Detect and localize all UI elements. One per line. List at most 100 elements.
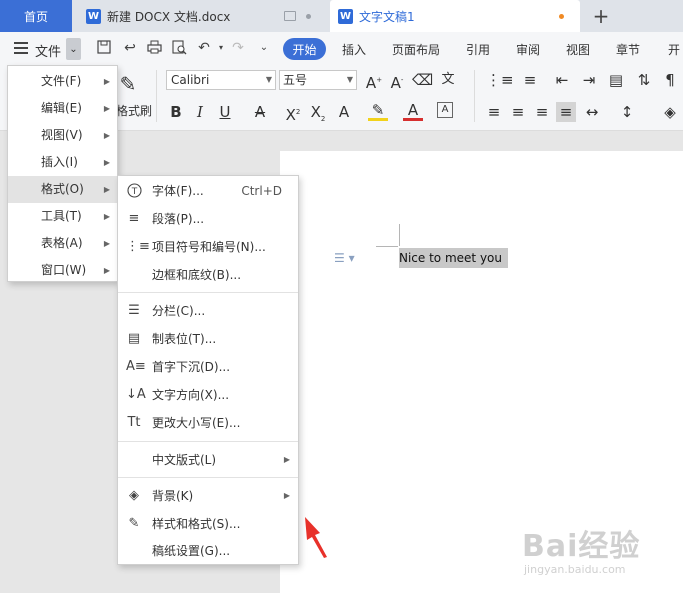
tab-insert[interactable]: 插入 <box>342 41 366 58</box>
print-icon[interactable] <box>146 40 162 56</box>
file-menu-dropdown: 文件(F) ▶ 编辑(E) ▶ 视图(V) ▶ 插入(I) ▶ 格式(O) ▶ 工具(T)… <box>7 65 118 282</box>
align-right-icon[interactable]: ≡ <box>532 102 552 122</box>
writer-doc-icon: W <box>86 8 101 24</box>
chevron-right-icon: ▶ <box>103 104 110 113</box>
menu-item-bullets-numbering[interactable]: ⋮≡ 项目符号和编号(N)... <box>118 233 298 261</box>
file-menu-button[interactable]: 文件 <box>35 41 61 60</box>
increase-indent-icon[interactable]: ⇥ <box>579 70 599 90</box>
drop-cap-icon: A≡ <box>126 359 146 374</box>
tab-references[interactable]: 引用 <box>466 41 490 58</box>
undo-dropdown-icon[interactable]: ▾ <box>213 40 229 56</box>
bullet-list-icon: ⋮≡ <box>126 239 150 254</box>
hamburger-icon[interactable] <box>14 42 28 54</box>
underline-icon[interactable]: U <box>215 102 235 122</box>
menu-item-styles-formatting[interactable]: ✎ 样式和格式(S)... <box>118 510 298 538</box>
tab-page-layout[interactable]: 页面布局 <box>392 41 440 58</box>
shading-icon[interactable]: ◈ <box>660 102 680 122</box>
menu-item-label: 格式(O) <box>41 182 84 196</box>
menu-item-label: 稿纸设置(G)... <box>152 544 231 558</box>
menu-item-chinese-layout[interactable]: 中文版式(L) ▶ <box>118 446 298 474</box>
menu-item-insert[interactable]: 插入(I) ▶ <box>8 149 117 176</box>
numbered-list-icon[interactable]: ≡ <box>520 70 540 90</box>
customize-toolbar-icon[interactable]: ⌄ <box>256 40 272 56</box>
menu-item-view[interactable]: 视图(V) ▶ <box>8 122 117 149</box>
monitor-icon[interactable] <box>284 11 296 21</box>
shrink-font-icon[interactable]: A- <box>387 70 407 92</box>
align-left-icon[interactable]: ≡ <box>484 102 504 122</box>
subscript-icon[interactable]: X2 <box>308 102 328 123</box>
tab-document-1-label: 新建 DOCX 文档.docx <box>107 9 231 24</box>
menu-item-format[interactable]: 格式(O) ▶ <box>8 176 117 203</box>
watermark-url: jingyan.baidu.com <box>524 563 626 576</box>
selected-text[interactable]: Nice to meet you <box>399 248 508 268</box>
superscript-icon[interactable]: X2 <box>283 102 303 124</box>
bold-icon[interactable]: B <box>166 102 186 122</box>
redo-icon[interactable]: ↷ <box>230 40 246 56</box>
tab-chapter[interactable]: 章节 <box>616 41 640 58</box>
menu-item-paragraph[interactable]: ≡ 段落(P)... <box>118 205 298 233</box>
menu-item-drop-cap[interactable]: A≡ 首字下沉(D)... <box>118 353 298 381</box>
grow-font-icon[interactable]: A+ <box>364 70 384 92</box>
paragraph-layout-icon[interactable]: ☰ ▾ <box>334 251 355 265</box>
char-border-icon[interactable]: A <box>437 102 453 118</box>
save-icon[interactable] <box>96 40 112 56</box>
menu-item-label: 项目符号和编号(N)... <box>152 240 266 254</box>
text-effect-icon[interactable]: A <box>334 102 354 122</box>
decrease-indent-icon[interactable]: ⇤ <box>552 70 572 90</box>
sort-icon[interactable]: ⇅ <box>634 70 654 90</box>
menu-item-change-case[interactable]: Tt 更改大小写(E)... <box>118 409 298 437</box>
tab-status-dot <box>306 14 311 19</box>
tab-document-2[interactable]: W 文字文稿1 <box>330 0 580 32</box>
menu-item-window[interactable]: 窗口(W) ▶ <box>8 257 117 284</box>
line-spacing-icon[interactable]: ↕ <box>617 102 637 122</box>
menu-item-font[interactable]: T 字体(F)... Ctrl+D <box>118 177 298 205</box>
chevron-down-icon: ⌄ <box>69 43 78 55</box>
font-size-select[interactable]: 五号 ▼ <box>279 70 357 90</box>
menu-item-table[interactable]: 表格(A) ▶ <box>8 230 117 257</box>
chinese-layout-icon[interactable]: ▤ <box>606 70 626 90</box>
clear-format-icon[interactable]: ⌫ <box>412 70 433 90</box>
font-name-value: Calibri <box>171 73 210 87</box>
align-center-icon[interactable]: ≡ <box>508 102 528 122</box>
menu-item-label: 背景(K) <box>152 489 194 503</box>
menu-item-label: 表格(A) <box>41 236 83 250</box>
tab-document-1[interactable]: W 新建 DOCX 文档.docx <box>78 0 324 32</box>
format-painter-label[interactable]: 格式刷 <box>116 102 152 119</box>
chevron-right-icon: ▶ <box>103 185 110 194</box>
menu-item-columns[interactable]: ☰ 分栏(C)... <box>118 297 298 325</box>
tab-view[interactable]: 视图 <box>566 41 590 58</box>
chevron-right-icon: ▶ <box>283 491 290 500</box>
menu-item-label: 分栏(C)... <box>152 304 206 318</box>
phonetic-guide-icon[interactable]: 文 <box>438 70 458 90</box>
menu-item-manuscript-settings[interactable]: 稿纸设置(G)... <box>118 537 298 565</box>
export-icon[interactable]: ↩ <box>122 40 138 56</box>
menu-item-edit[interactable]: 编辑(E) ▶ <box>8 95 117 122</box>
file-dropdown-toggle[interactable]: ⌄ <box>66 38 81 60</box>
distribute-icon[interactable]: ↔ <box>582 102 602 122</box>
tab-start[interactable]: 开始 <box>283 38 326 60</box>
menu-item-file[interactable]: 文件(F) ▶ <box>8 68 117 95</box>
show-marks-icon[interactable]: ¶ <box>660 70 680 90</box>
new-tab-button[interactable]: + <box>590 4 612 28</box>
menu-item-borders-shading[interactable]: 边框和底纹(B)... <box>118 261 298 289</box>
italic-icon[interactable]: I <box>190 102 210 122</box>
strikethrough-icon[interactable]: A <box>250 102 270 122</box>
undo-icon[interactable]: ↶ <box>196 40 212 56</box>
menu-item-tools[interactable]: 工具(T) ▶ <box>8 203 117 230</box>
tab-home[interactable]: 首页 <box>0 0 72 32</box>
tab-review[interactable]: 审阅 <box>516 41 540 58</box>
format-painter-icon[interactable]: ✎ <box>118 70 138 98</box>
tab-overflow[interactable]: 开 <box>668 41 680 58</box>
font-color-icon[interactable]: A <box>403 102 423 121</box>
chevron-down-icon: ▼ <box>346 75 353 84</box>
print-preview-icon[interactable] <box>171 40 187 56</box>
divider <box>474 70 475 122</box>
menu-divider <box>118 292 298 293</box>
menu-item-tab-stops[interactable]: ▤ 制表位(T)... <box>118 325 298 353</box>
menu-item-background[interactable]: ◈ 背景(K) ▶ <box>118 482 298 510</box>
justify-icon[interactable]: ≡ <box>556 102 576 122</box>
font-name-select[interactable]: Calibri ▼ <box>166 70 276 90</box>
menu-item-text-direction[interactable]: ↓A 文字方向(X)... <box>118 381 298 409</box>
bullet-list-icon[interactable]: ⋮≡ <box>486 70 514 90</box>
highlight-icon[interactable]: ✎ <box>368 102 388 121</box>
